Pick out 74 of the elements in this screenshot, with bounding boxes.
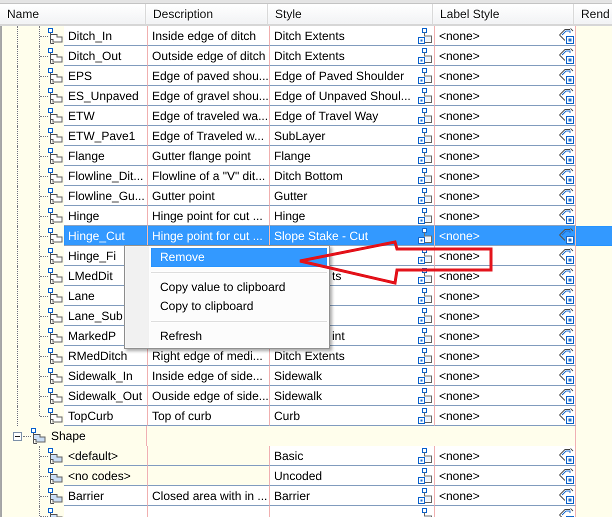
label-style-value: <none> [439, 188, 480, 203]
description-cell: Edge of traveled wa... [148, 106, 270, 126]
description-cell: Gutter flange point [148, 146, 270, 166]
style-value: int [332, 328, 345, 343]
description-cell: Ouside edge of side... [148, 386, 270, 406]
name-cell: Barrier [64, 486, 148, 506]
name-cell: Hinge [64, 206, 148, 226]
description-cell: Hinge point for cut ... [148, 206, 270, 226]
name-cell: ETW [64, 106, 148, 126]
label-style-value: <none> [439, 88, 480, 103]
name-cell: RMedDitch [64, 346, 148, 366]
description-cell: Edge of Traveled w... [148, 126, 270, 146]
style-value: Sidewalk [274, 388, 322, 403]
name-cell: Flange [64, 146, 148, 166]
style-value: Ditch Extents [274, 28, 345, 43]
style-value: Uncoded [274, 468, 322, 483]
name-cell: Ditch_Out [64, 46, 148, 66]
label-style-value: <none> [439, 248, 480, 263]
label-style-value: <none> [439, 68, 480, 83]
label-style-value: <none> [439, 328, 480, 343]
style-value: Basic [274, 448, 304, 463]
description-cell: Edge of paved shou... [148, 66, 270, 86]
label-style-value: <none> [439, 168, 480, 183]
label-style-value: <none> [439, 468, 480, 483]
name-cell: EPS [64, 66, 148, 86]
name-cell: ES_Unpaved [64, 86, 148, 106]
name-cell: Flowline_Gu... [64, 186, 148, 206]
name-cell: TopCurb [64, 406, 148, 426]
style-value: Ditch Bottom [274, 168, 343, 183]
label-style-value: <none> [439, 148, 480, 163]
label-style-value: <none> [439, 108, 480, 123]
style-value: Barrier [274, 488, 310, 503]
description-cell: Gutter point [148, 186, 270, 206]
description-cell: Closed area with in ... [148, 486, 270, 506]
label-style-value: <none> [439, 488, 480, 503]
style-value: Edge of Paved Shoulder [274, 68, 404, 83]
style-value: Ditch Extents [274, 48, 345, 63]
label-style-value: <none> [439, 448, 480, 463]
label-style-value: <none> [439, 128, 480, 143]
style-value: Gutter [274, 188, 308, 203]
style-value: SubLayer [274, 128, 326, 143]
name-cell: Sidewalk_Out [64, 386, 148, 406]
style-value: ts [332, 268, 342, 283]
name-cell: Ditch_In [64, 26, 148, 46]
label-style-value: <none> [439, 28, 480, 43]
label-style-value: <none> [439, 208, 480, 223]
name-cell: ETW_Pave1 [64, 126, 148, 146]
label-style-value: <none> [439, 368, 480, 383]
name-cell: <default> [64, 446, 148, 466]
label-style-value: <none> [439, 348, 480, 363]
description-cell: Edge of gravel shou... [148, 86, 270, 106]
style-value: Hinge [274, 208, 306, 223]
description-cell: Flowline of a "V" dit... [148, 166, 270, 186]
description-cell: Top of curb [148, 406, 270, 426]
label-style-value: <none> [439, 408, 480, 423]
name-cell: <no codes> [64, 466, 148, 486]
description-cell: Inside edge of side... [148, 366, 270, 386]
name-cell: Sidewalk_In [64, 366, 148, 386]
style-value: Flange [274, 148, 311, 163]
label-style-value: <none> [439, 388, 480, 403]
style-value: Sidewalk [274, 368, 322, 383]
style-value: Edge of Unpaved Shoul... [274, 88, 411, 103]
name-cell: Flowline_Dit... [64, 166, 148, 186]
style-value: Edge of Travel Way [274, 108, 378, 123]
label-style-value: <none> [439, 308, 480, 323]
style-value: Slope Stake - Cut [274, 228, 368, 243]
description-cell: Outside edge of ditch [148, 46, 270, 66]
style-value: Curb [274, 408, 300, 423]
label-style-value: <none> [439, 228, 480, 243]
label-style-value: <none> [439, 268, 480, 283]
label-style-value: <none> [439, 48, 480, 63]
style-value: Ditch Extents [274, 348, 345, 363]
description-cell: Inside edge of ditch [148, 26, 270, 46]
label-style-value: <none> [439, 288, 480, 303]
